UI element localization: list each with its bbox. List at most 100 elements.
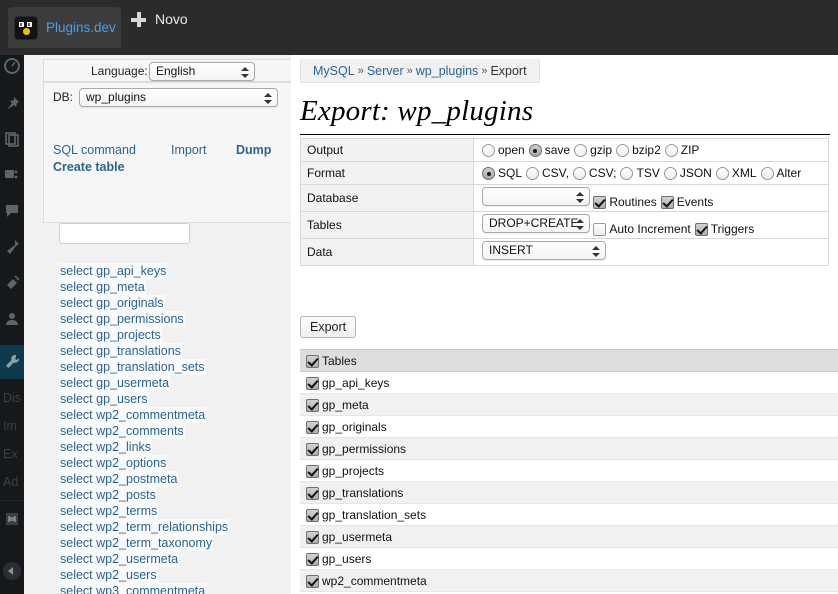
table-link[interactable]: select gp_users [59,391,149,407]
radio-xml[interactable] [715,167,729,180]
table-link[interactable]: select gp_api_keys [59,263,168,279]
table-row-cell[interactable]: gp_originals [300,415,838,438]
table-row[interactable]: gp_projects [300,459,838,482]
rail-label-import[interactable]: Im [3,419,24,433]
radio-open[interactable] [482,144,495,157]
option-value-tables[interactable]: DROP+CREATE Auto Increment Triggers [473,211,829,239]
export-button[interactable]: Export [300,316,357,338]
new-tab-button[interactable]: Novo [131,6,188,32]
plugins-icon[interactable] [3,274,21,292]
rail-label-discussion[interactable]: Dis [3,391,24,405]
table-row-cell[interactable]: gp_projects [300,459,838,482]
table-row-cell[interactable]: gp_translations [300,481,838,504]
option-value-database[interactable]: Routines Events [473,184,829,212]
link-create-table[interactable]: Create table [53,160,125,174]
table-link[interactable]: select gp_meta [59,279,146,295]
radio-json[interactable] [663,167,677,180]
link-import[interactable]: Import [171,143,206,157]
rail-label-admin[interactable]: Ad [3,475,24,489]
checkbox-routines[interactable] [593,196,607,209]
radio-sql[interactable] [482,167,495,180]
table-row[interactable]: gp_meta [300,393,838,416]
table-link[interactable]: select wp2_links [59,439,153,455]
radio-csv[interactable] [572,167,586,180]
table-row-checkbox[interactable] [306,420,319,434]
table-row-cell[interactable]: gp_translation_sets [300,503,838,526]
option-value-data[interactable]: INSERT [473,238,829,266]
table-row[interactable]: gp_translation_sets [300,503,838,526]
table-row-checkbox[interactable] [306,486,319,500]
table-row-checkbox[interactable] [306,398,319,412]
checkbox-autoincrement[interactable] [593,223,607,236]
table-link[interactable]: select wp2_commentmeta [59,407,207,423]
radio-csv[interactable] [526,167,540,180]
radio-alter[interactable] [760,167,774,180]
table-link[interactable]: select wp2_postmeta [59,471,179,487]
comments-icon[interactable] [3,202,21,220]
dashboard-icon[interactable] [3,57,21,75]
table-row[interactable]: gp_api_keys [300,371,838,394]
table-row-checkbox[interactable] [306,508,319,522]
table-link[interactable]: select wp2_terms [59,503,159,519]
table-row-cell[interactable]: gp_meta [300,393,838,416]
language-select[interactable]: English [149,62,255,81]
users-icon[interactable] [3,310,21,328]
option-value-format[interactable]: SQL CSV, CSV; TSV JSON XML Alter [473,161,829,185]
table-row[interactable]: gp_usermeta [300,525,838,548]
table-link[interactable]: select wp2_usermeta [59,551,180,567]
table-link[interactable]: select wp2_options [59,455,168,471]
radio-save[interactable] [528,144,542,157]
table-row-cell[interactable]: gp_permissions [300,437,838,460]
pages-icon[interactable] [3,130,21,148]
table-link[interactable]: select gp_translations [59,343,182,359]
table-row[interactable]: gp_permissions [300,437,838,460]
table-link[interactable]: select wp3_commentmeta [59,583,207,594]
table-row-cell[interactable]: gp_usermeta [300,525,838,548]
table-link[interactable]: select wp2_term_taxonomy [59,535,214,551]
radio-gzip[interactable] [574,144,588,157]
table-link[interactable]: select gp_translation_sets [59,359,206,375]
table-row[interactable]: wp2_commentmeta [300,569,838,592]
table-row-checkbox[interactable] [306,574,319,588]
breadcrumb-item-server[interactable]: Server [367,64,404,78]
table-row-checkbox[interactable] [306,464,319,478]
tables-header-cell[interactable]: Tables [300,349,838,372]
db-select[interactable]: wp_plugins [79,88,278,107]
table-row-cell[interactable]: gp_users [300,547,838,570]
table-row-checkbox[interactable] [306,552,319,566]
table-row[interactable]: gp_translations [300,481,838,504]
table-link[interactable]: select gp_projects [59,327,162,343]
table-row-checkbox[interactable] [306,530,319,544]
table-link[interactable]: select wp2_comments [59,423,185,439]
link-dump[interactable]: Dump [236,143,271,157]
settings-icon[interactable] [3,510,21,528]
radio-bzip2[interactable] [616,144,630,157]
tables-select[interactable]: DROP+CREATE [482,214,590,233]
table-link[interactable]: select wp2_users [59,567,158,583]
table-link[interactable]: select gp_permissions [59,311,185,327]
table-row-checkbox[interactable] [306,376,319,390]
radio-tsv[interactable] [620,167,634,180]
table-link[interactable]: select wp2_posts [59,487,157,503]
media-icon[interactable] [3,166,21,184]
table-row-checkbox[interactable] [306,442,319,456]
table-row[interactable]: gp_users [300,547,838,570]
data-select[interactable]: INSERT [482,241,606,260]
collapse-menu-button[interactable] [3,562,21,580]
pin-icon[interactable] [3,95,21,113]
breadcrumb-item-mysql[interactable]: MySQL [313,64,355,78]
table-link[interactable]: select gp_usermeta [59,375,171,391]
search-input[interactable] [59,223,190,244]
table-row-cell[interactable]: wp2_commentmeta [300,569,838,592]
table-link[interactable]: select wp2_term_relationships [59,519,230,535]
link-sql-command[interactable]: SQL command [53,143,136,157]
appearance-icon[interactable] [3,238,21,256]
database-select[interactable] [482,187,590,206]
tools-icon[interactable] [3,353,21,371]
breadcrumb-item-wp_plugins[interactable]: wp_plugins [416,64,479,78]
table-row[interactable]: gp_originals [300,415,838,438]
checkbox-events[interactable] [660,196,674,209]
browser-tab[interactable]: Plugins.dev [8,7,121,48]
radio-zip[interactable] [664,144,678,157]
table-link[interactable]: select gp_originals [59,295,165,311]
